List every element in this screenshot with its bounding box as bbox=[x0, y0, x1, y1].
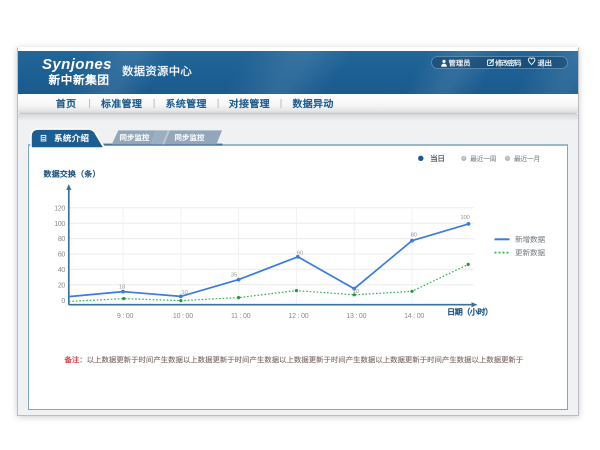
svg-text:100: 100 bbox=[460, 215, 470, 221]
svg-text:80: 80 bbox=[58, 236, 66, 243]
svg-text:10: 10 bbox=[353, 289, 360, 295]
svg-text:14 : 00: 14 : 00 bbox=[404, 313, 424, 320]
svg-text:13 : 00: 13 : 00 bbox=[346, 313, 366, 320]
svg-text:80: 80 bbox=[411, 232, 418, 238]
svg-text:10 : 00: 10 : 00 bbox=[173, 313, 193, 320]
svg-text:60: 60 bbox=[297, 250, 304, 256]
svg-text:40: 40 bbox=[58, 267, 66, 274]
svg-text:120: 120 bbox=[54, 205, 65, 212]
svg-text:20: 20 bbox=[58, 282, 66, 289]
svg-text:100: 100 bbox=[54, 221, 65, 228]
svg-text:9 : 00: 9 : 00 bbox=[117, 313, 134, 320]
svg-text:0: 0 bbox=[61, 298, 65, 305]
svg-text:35: 35 bbox=[231, 273, 238, 279]
svg-text:12 : 00: 12 : 00 bbox=[288, 313, 308, 320]
svg-text:11 : 00: 11 : 00 bbox=[231, 313, 251, 320]
svg-text:10: 10 bbox=[181, 290, 188, 296]
svg-text:60: 60 bbox=[58, 252, 66, 259]
svg-text:18: 18 bbox=[119, 284, 126, 290]
